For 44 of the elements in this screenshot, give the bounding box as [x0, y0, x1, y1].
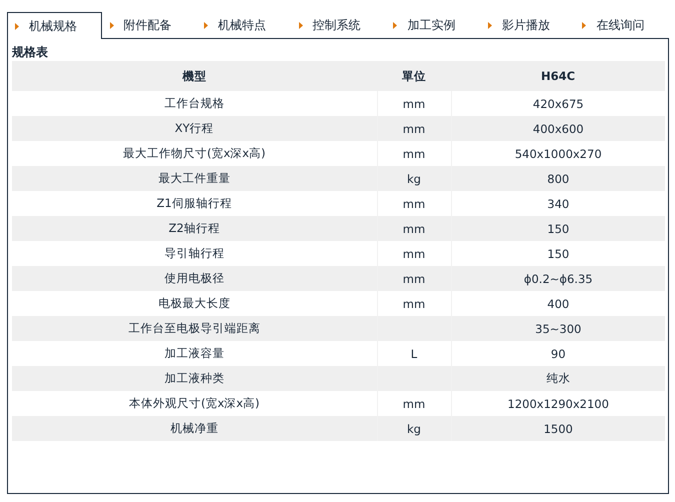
table-cell: XY行程	[12, 116, 377, 141]
column-header: 機型	[12, 61, 377, 91]
table-cell: mm	[377, 216, 451, 241]
column-header: H64C	[451, 61, 665, 91]
triangle-icon	[204, 22, 208, 29]
table-cell: 340	[451, 191, 665, 216]
table-cell: 400x600	[451, 116, 665, 141]
triangle-icon	[15, 22, 19, 30]
table-cell: mm	[377, 116, 451, 141]
table-cell: 纯水	[451, 366, 665, 391]
table-cell: 400	[451, 291, 665, 316]
table-cell: 1500	[451, 416, 665, 441]
table-cell: 最大工件重量	[12, 166, 377, 191]
table-cell: 加工液种类	[12, 366, 377, 391]
table-cell: 机械净重	[12, 416, 377, 441]
tab[interactable]: 附件配备	[102, 12, 196, 38]
tab[interactable]: 机械特点	[196, 12, 291, 38]
triangle-icon	[298, 22, 303, 29]
table-cell: 150	[451, 216, 665, 241]
table-cell: 800	[451, 166, 665, 191]
table-cell: kg	[377, 166, 451, 191]
tab[interactable]: 在线询问	[574, 12, 670, 38]
table-cell: 1200x1290x2100	[451, 391, 665, 416]
section-title: 规格表	[12, 44, 49, 61]
table-cell: kg	[377, 416, 451, 441]
triangle-icon	[110, 22, 114, 29]
triangle-icon	[393, 22, 398, 29]
table-cell: mm	[377, 266, 451, 291]
triangle-icon	[488, 22, 492, 29]
column-header: 單位	[377, 61, 451, 91]
table-cell: 35~300	[451, 316, 665, 341]
tab[interactable]: 控制系统	[290, 12, 386, 38]
table-cell: ϕ0.2~ϕ6.35	[451, 266, 665, 291]
table-cell: 工作台至电极导引端距离	[12, 316, 377, 341]
tab[interactable]: 加工实例	[385, 12, 480, 38]
tab[interactable]: 机械规格	[7, 12, 102, 39]
tab[interactable]: 影片播放	[480, 12, 574, 38]
table-cell: 90	[451, 341, 665, 366]
triangle-icon	[582, 22, 586, 29]
table-cell: Z2轴行程	[12, 216, 377, 241]
table-cell: 使用电极径	[12, 266, 377, 291]
table-cell: 150	[451, 241, 665, 266]
table-cell: 420x675	[451, 91, 665, 116]
table-cell: 540x1000x270	[451, 141, 665, 166]
